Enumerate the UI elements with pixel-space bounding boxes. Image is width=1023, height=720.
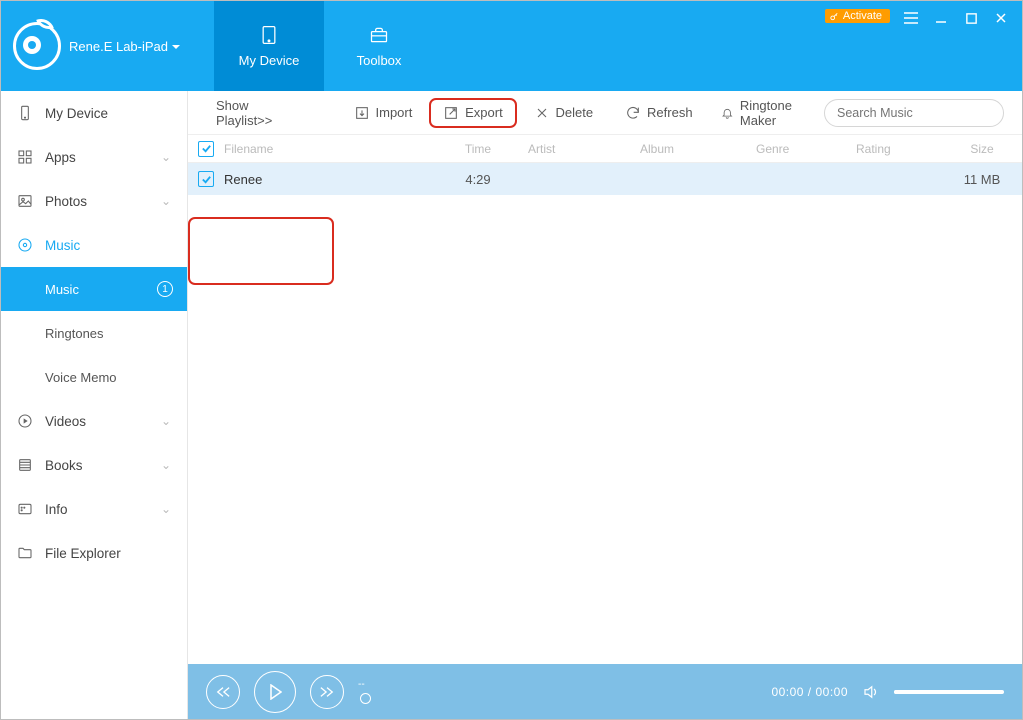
close-button[interactable] xyxy=(992,9,1010,27)
column-filename[interactable]: Filename xyxy=(224,142,428,156)
chevron-down-icon: ⌄ xyxy=(161,194,171,208)
export-button[interactable]: Export xyxy=(429,98,517,128)
chevron-down-icon: ⌄ xyxy=(161,150,171,164)
device-selector[interactable]: Rene.E Lab-iPad xyxy=(69,39,180,54)
sidebar-item-photos[interactable]: Photos ⌄ xyxy=(1,179,187,223)
tab-toolbox[interactable]: Toolbox xyxy=(324,1,434,91)
sidebar-subitem-ringtones[interactable]: Ringtones xyxy=(1,311,187,355)
sidebar-item-music[interactable]: Music xyxy=(1,223,187,267)
select-all-checkbox[interactable] xyxy=(188,141,224,157)
activate-button[interactable]: Activate xyxy=(825,9,890,23)
device-icon xyxy=(17,105,33,121)
ringtone-maker-button[interactable]: Ringtone Maker xyxy=(709,93,824,133)
column-album[interactable]: Album xyxy=(640,142,756,156)
search-field[interactable] xyxy=(837,106,998,120)
apps-icon xyxy=(17,149,33,165)
chevron-down-icon: ⌄ xyxy=(161,414,171,428)
import-button[interactable]: Import xyxy=(342,100,425,126)
time-display: 00:00 / 00:00 xyxy=(771,685,848,699)
brand-area[interactable]: Rene.E Lab-iPad xyxy=(1,1,214,91)
title-bar: Rene.E Lab-iPad My Device Toolbox Activa… xyxy=(1,1,1022,91)
bell-icon xyxy=(721,105,734,121)
delete-icon xyxy=(534,105,550,121)
import-icon xyxy=(354,105,370,121)
volume-slider[interactable] xyxy=(894,690,1004,694)
table-row[interactable]: Renee 4:29 11 MB xyxy=(188,163,1022,195)
refresh-icon xyxy=(625,105,641,121)
column-time[interactable]: Time xyxy=(428,142,528,156)
sidebar-item-books[interactable]: Books ⌄ xyxy=(1,443,187,487)
toolbar: Show Playlist>> Import Export Delete Ref… xyxy=(188,91,1022,135)
show-playlist-button[interactable]: Show Playlist>> xyxy=(204,93,302,133)
music-icon xyxy=(17,237,33,253)
rewind-button[interactable] xyxy=(206,675,240,709)
forward-button[interactable] xyxy=(310,675,344,709)
main-panel: Show Playlist>> Import Export Delete Ref… xyxy=(188,91,1022,664)
sidebar-item-info[interactable]: Info ⌄ xyxy=(1,487,187,531)
column-genre[interactable]: Genre xyxy=(756,142,856,156)
window-controls: Activate xyxy=(825,1,1022,91)
player-bar: -- 00:00 / 00:00 xyxy=(188,664,1022,719)
play-button[interactable] xyxy=(254,671,296,713)
export-icon xyxy=(443,105,459,121)
refresh-button[interactable]: Refresh xyxy=(613,100,705,126)
table-header: Filename Time Artist Album Genre Rating … xyxy=(188,135,1022,163)
maximize-button[interactable] xyxy=(962,9,980,27)
sidebar-subitem-music[interactable]: Music 1 xyxy=(1,267,187,311)
highlight-annotation xyxy=(188,217,334,285)
app-logo-icon xyxy=(13,22,61,70)
search-music-input[interactable] xyxy=(824,99,1004,127)
cell-size: 11 MB xyxy=(942,172,1022,187)
tab-my-device[interactable]: My Device xyxy=(214,1,324,91)
photos-icon xyxy=(17,193,33,209)
chevron-down-icon: ⌄ xyxy=(161,502,171,516)
volume-icon[interactable] xyxy=(862,683,880,701)
track-progress[interactable]: -- xyxy=(358,679,371,704)
sidebar-subitem-voice-memo[interactable]: Voice Memo xyxy=(1,355,187,399)
info-icon xyxy=(17,501,33,517)
books-icon xyxy=(17,457,33,473)
sidebar-item-my-device[interactable]: My Device xyxy=(1,91,187,135)
sidebar-item-apps[interactable]: Apps ⌄ xyxy=(1,135,187,179)
videos-icon xyxy=(17,413,33,429)
column-artist[interactable]: Artist xyxy=(528,142,640,156)
row-checkbox[interactable] xyxy=(188,171,224,187)
key-icon xyxy=(829,11,840,22)
toolbox-icon xyxy=(369,25,389,45)
menu-button[interactable] xyxy=(902,9,920,27)
column-rating[interactable]: Rating xyxy=(856,142,942,156)
cell-time: 4:29 xyxy=(428,172,528,187)
delete-button[interactable]: Delete xyxy=(522,100,606,126)
column-size[interactable]: Size xyxy=(942,142,1022,156)
sidebar: My Device Apps ⌄ Photos ⌄ Music Music 1 … xyxy=(1,91,188,719)
chevron-down-icon: ⌄ xyxy=(161,458,171,472)
tablet-icon xyxy=(259,25,279,45)
folder-icon xyxy=(17,545,33,561)
minimize-button[interactable] xyxy=(932,9,950,27)
cell-filename: Renee xyxy=(224,172,428,187)
sidebar-item-videos[interactable]: Videos ⌄ xyxy=(1,399,187,443)
music-count-badge: 1 xyxy=(157,281,173,297)
sidebar-item-file-explorer[interactable]: File Explorer xyxy=(1,531,187,575)
